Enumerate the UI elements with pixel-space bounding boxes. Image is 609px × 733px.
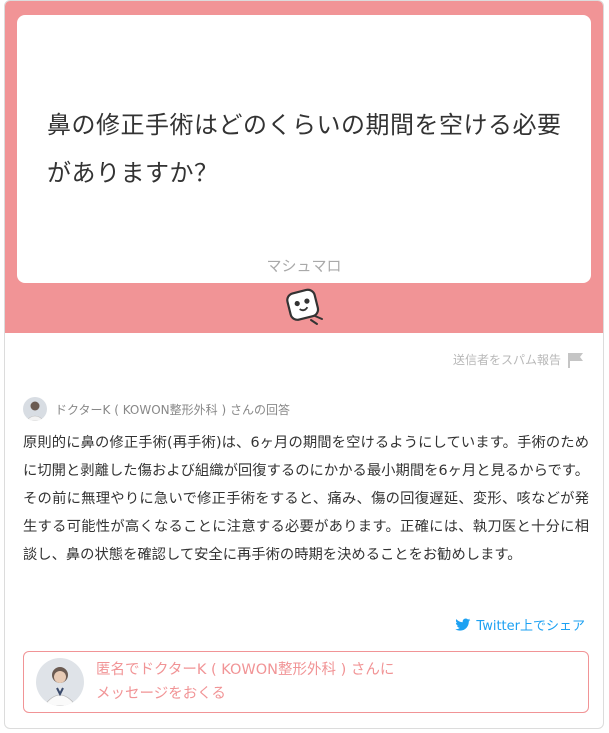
spam-report-label: 送信者をスパム報告 bbox=[452, 353, 561, 367]
question-box: 鼻の修正手術はどのくらいの期間を空ける必要 がありますか？ マシュマロ bbox=[17, 15, 591, 283]
answer-text: 原則的に鼻の修正手術(再手術)は、6ヶ月の期間を空けるようにしています。手術のた… bbox=[23, 435, 589, 563]
flag-icon bbox=[568, 352, 583, 368]
question-header: 鼻の修正手術はどのくらいの期間を空ける必要 がありますか？ マシュマロ bbox=[5, 1, 603, 333]
send-message-text: 匿名でドクターK ( KOWON整形外科 ) さんに メッセージをおくる bbox=[96, 658, 394, 706]
doctor-avatar-icon bbox=[25, 401, 45, 421]
twitter-icon bbox=[455, 618, 471, 631]
marshmallow-mascot-icon bbox=[286, 288, 323, 325]
answer-card: 鼻の修正手術はどのくらいの期間を空ける必要 がありますか？ マシュマロ 送信者を… bbox=[4, 0, 604, 729]
answerer-label: ドクターK ( KOWON整形外科 ) さんの回答 bbox=[55, 402, 290, 417]
question-line-2: がありますか？ bbox=[47, 159, 219, 187]
twitter-share-link[interactable]: Twitter上でシェア bbox=[455, 615, 585, 634]
send-message-button[interactable]: 匿名でドクターK ( KOWON整形外科 ) さんに メッセージをおくる bbox=[23, 651, 589, 713]
twitter-share-label: Twitter上でシェア bbox=[476, 619, 585, 634]
doctor-avatar bbox=[36, 658, 84, 706]
send-message-line-1: 匿名でドクターK ( KOWON整形外科 ) さんに bbox=[96, 662, 395, 678]
doctor-avatar-icon bbox=[43, 667, 77, 706]
source-label: マシュマロ bbox=[266, 257, 342, 275]
send-message-line-2: メッセージをおくる bbox=[96, 686, 226, 702]
spam-report-link[interactable]: 送信者をスパム報告 bbox=[453, 351, 585, 368]
question-line-1: 鼻の修正手術はどのくらいの期間を空ける必要 bbox=[47, 111, 562, 139]
answerer-row: ドクターK ( KOWON整形外科 ) さんの回答 bbox=[23, 397, 290, 421]
question-text: 鼻の修正手術はどのくらいの期間を空ける必要 がありますか？ bbox=[47, 101, 567, 197]
doctor-avatar-small bbox=[23, 397, 47, 421]
